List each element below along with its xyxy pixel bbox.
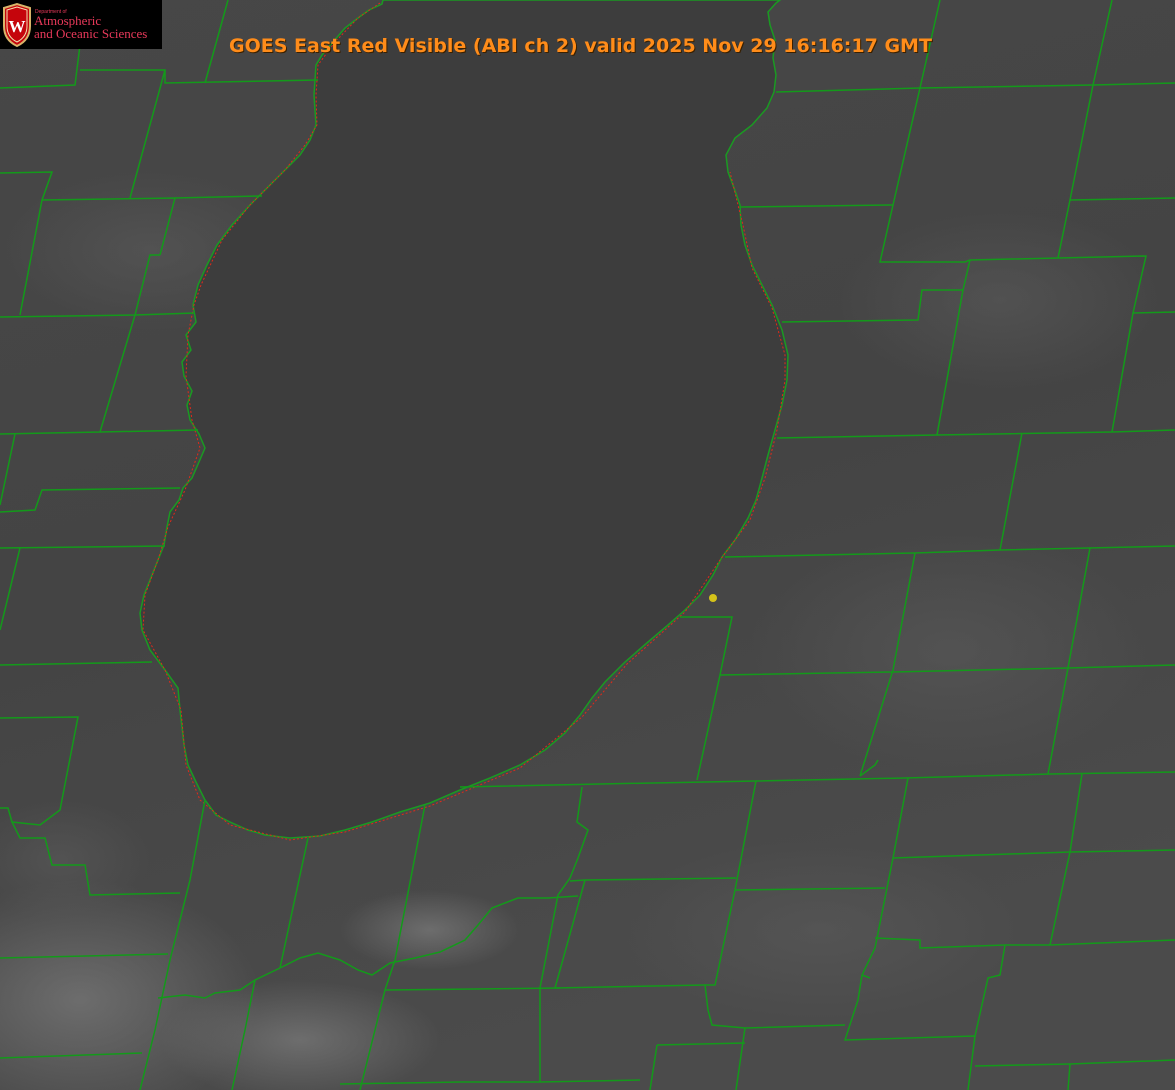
logo-name-line2: and Oceanic Sciences (34, 26, 148, 41)
satellite-map (0, 0, 1175, 1090)
map-title: GOES East Red Visible (ABI ch 2) valid 2… (229, 35, 932, 57)
logo: W Department of Atmospheric and Oceanic … (0, 0, 162, 49)
university-crest-icon: W (3, 2, 31, 47)
location-dot-icon[interactable] (709, 594, 717, 602)
satellite-map-viewport: W Department of Atmospheric and Oceanic … (0, 0, 1175, 1090)
svg-text:W: W (9, 17, 26, 36)
